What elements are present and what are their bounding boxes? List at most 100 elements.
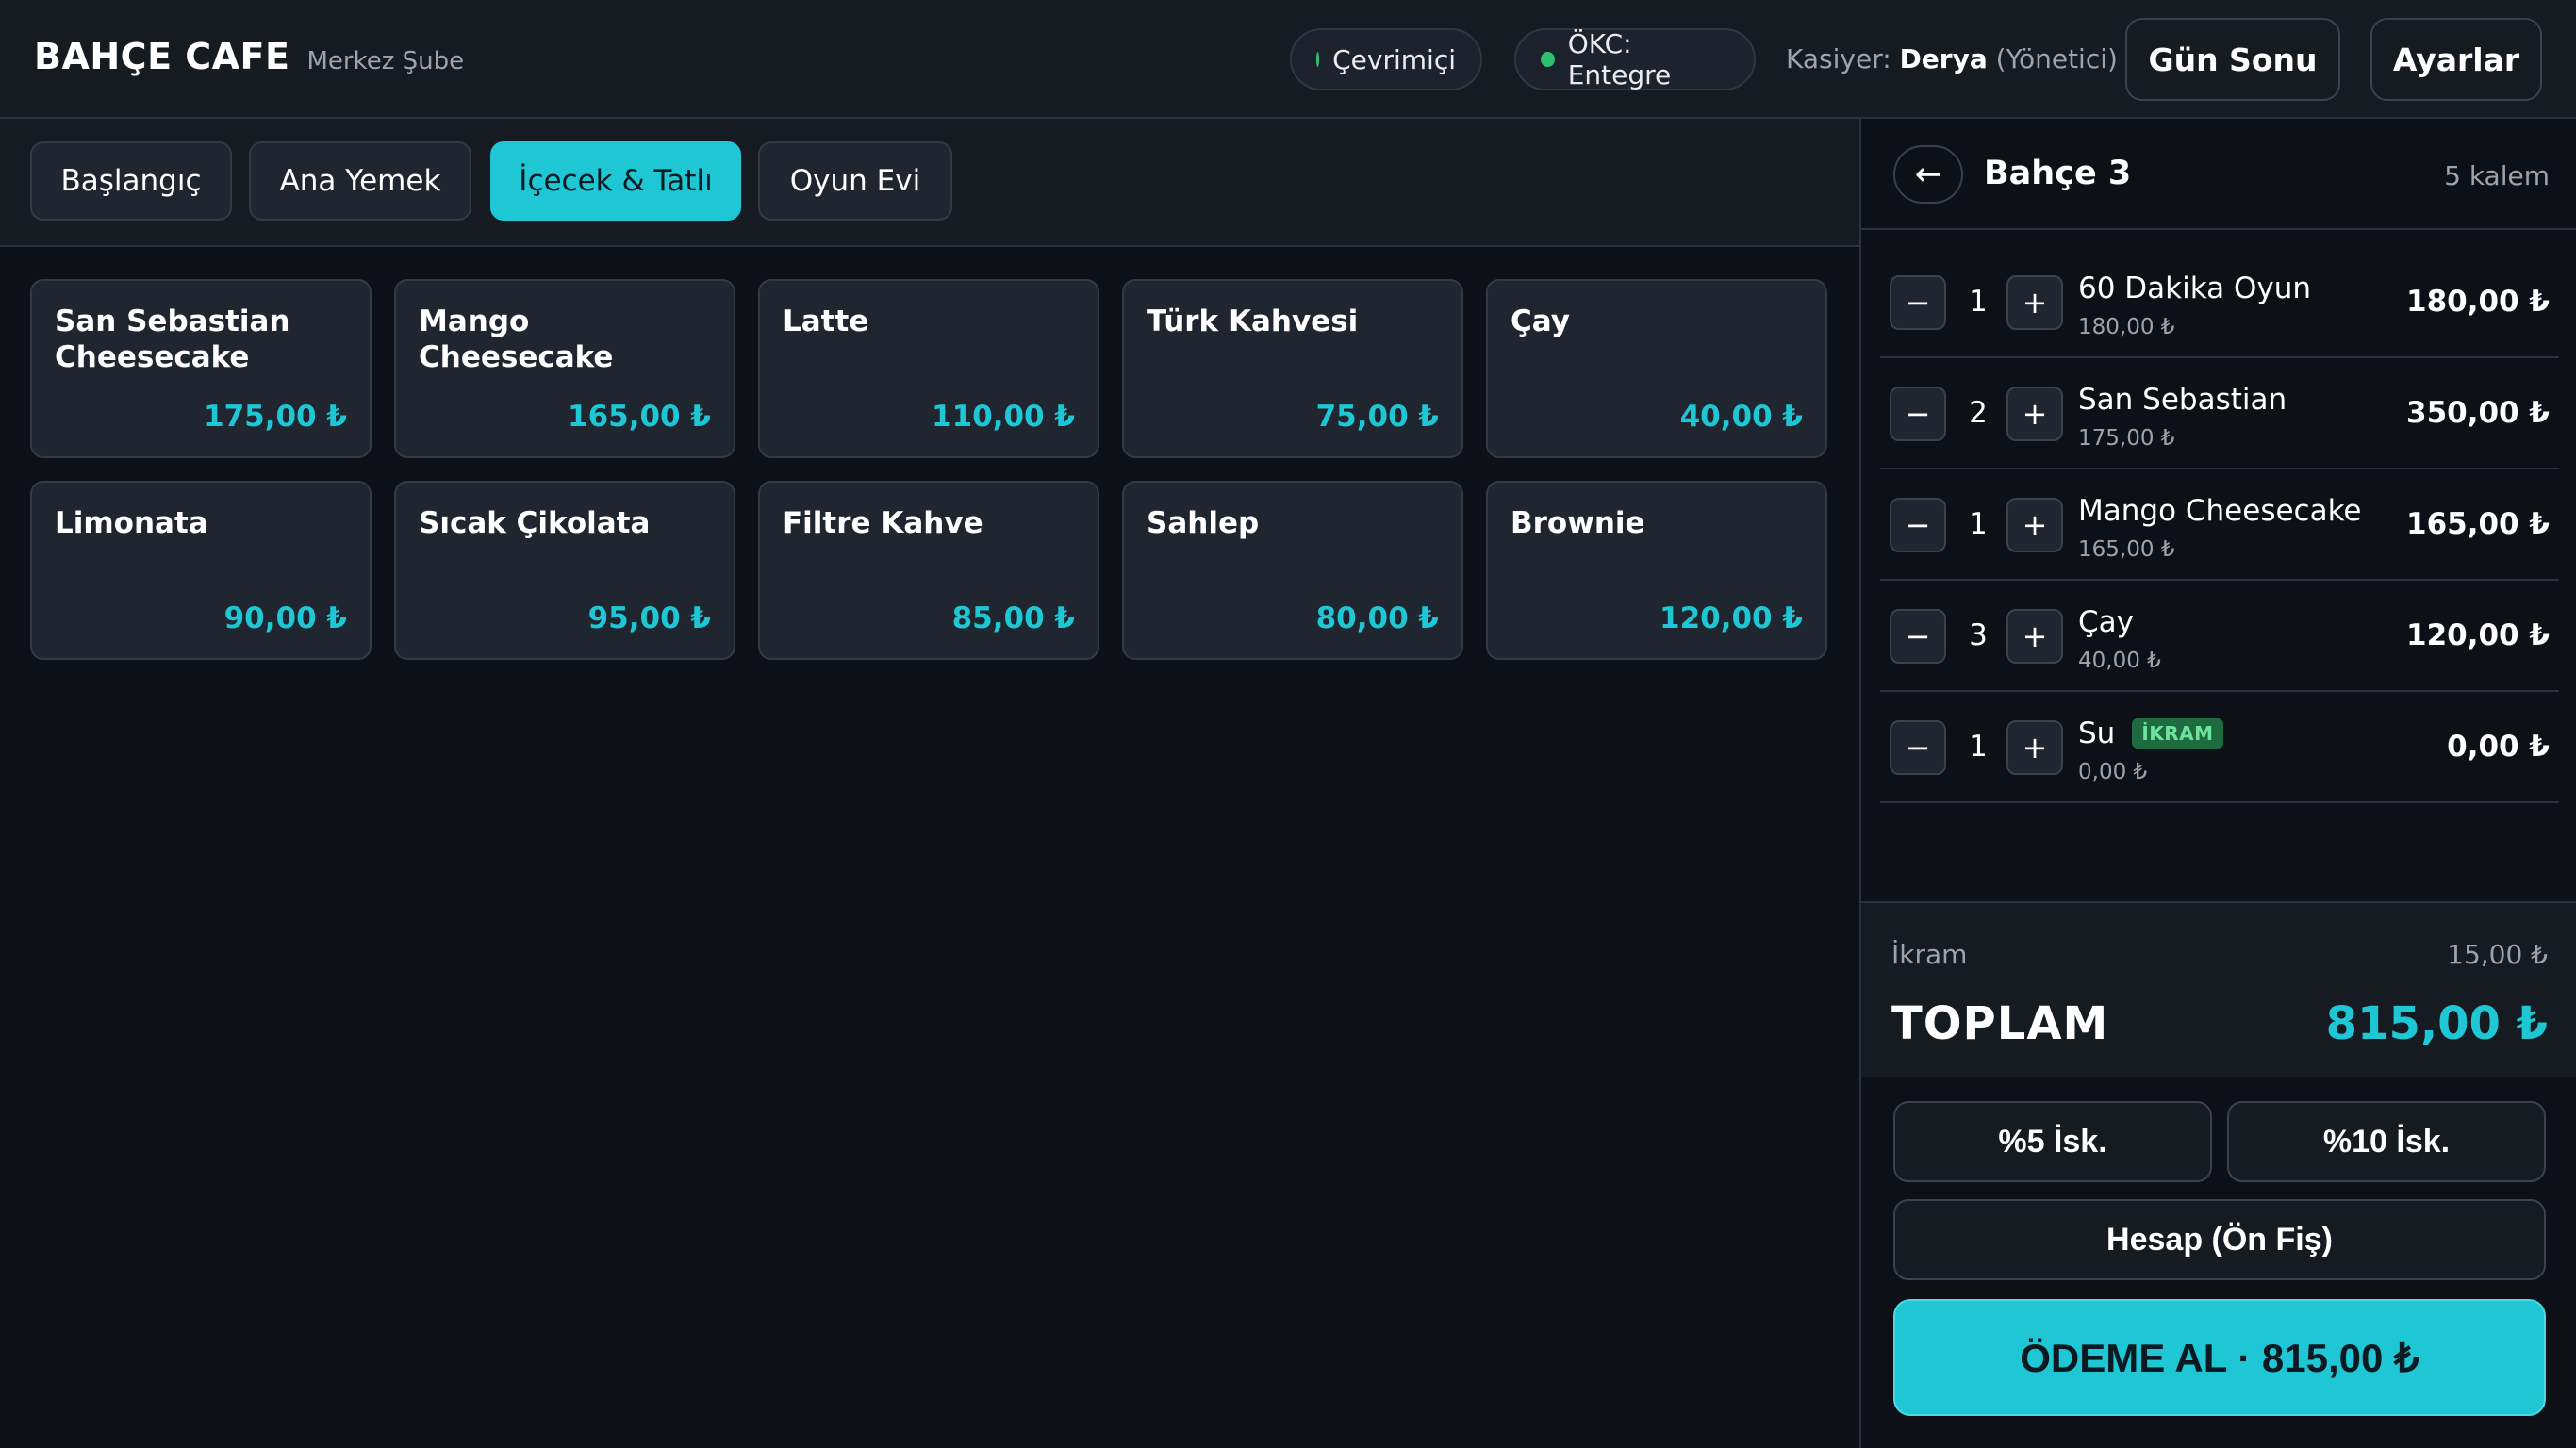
brand-name: BAHÇE CAFE (34, 36, 290, 77)
item-total: 165,00 ₺ (2406, 507, 2550, 541)
item-name-wrap: Su İKRAM (2078, 716, 2223, 750)
total-label: TOPLAM (1891, 997, 2109, 1050)
category-tabs: Başlangıç Ana Yemek İçecek & Tatlı Oyun … (0, 119, 1859, 247)
increase-qty-button[interactable]: + (2006, 387, 2063, 441)
order-row: − 1 + Su İKRAM 0,00 ₺ 0,00 ₺ (1880, 692, 2559, 803)
decrease-qty-button[interactable]: − (1890, 275, 1946, 330)
order-row: − 1 + 60 Dakika Oyun 180,00 ₺ 180,00 ₺ (1880, 247, 2559, 358)
total-value: 815,00 ₺ (2325, 997, 2548, 1050)
tab-oyun-evi[interactable]: Oyun Evi (758, 141, 952, 221)
item-total: 0,00 ₺ (2447, 730, 2550, 764)
status-okc-label: ÖKC: Entegre (1567, 28, 1672, 90)
item-name-wrap: 60 Dakika Oyun (2078, 272, 2311, 305)
product-name: Türk Kahvesi (1147, 304, 1359, 338)
product-price: 165,00 ₺ (568, 400, 711, 434)
product-price: 95,00 ₺ (587, 601, 711, 635)
ikram-label: İkram (1891, 939, 1968, 970)
item-name: Çay (2078, 605, 2134, 639)
branch-name: Merkez Şube (306, 47, 465, 75)
discount-5-button[interactable]: %5 İsk. (1893, 1101, 2212, 1182)
product-card[interactable]: Sıcak Çikolata 95,00 ₺ (394, 481, 735, 660)
cashier-label: Kasiyer: (1786, 43, 1891, 74)
product-price: 110,00 ₺ (932, 400, 1075, 434)
item-name: 60 Dakika Oyun (2078, 272, 2312, 305)
order-panel: ← Bahçe 3 5 kalem − 1 + 60 Dakika Oyun 1… (1859, 119, 2576, 1448)
order-row: − 1 + Mango Cheesecake 165,00 ₺ 165,00 ₺ (1880, 469, 2559, 581)
increase-qty-button[interactable]: + (2006, 720, 2063, 775)
product-card[interactable]: Çay 40,00 ₺ (1486, 279, 1827, 458)
item-total: 350,00 ₺ (2406, 396, 2550, 430)
product-name: Çay (1511, 304, 1570, 338)
product-name: Filtre Kahve (783, 506, 983, 540)
product-card[interactable]: Limonata 90,00 ₺ (30, 481, 372, 660)
status-online-label: Çevrimiçi (1332, 43, 1456, 75)
product-card[interactable]: Mango Cheesecake 165,00 ₺ (394, 279, 735, 458)
cashier-role: (Yönetici) (1995, 43, 2118, 74)
item-unit-price: 180,00 ₺ (2078, 315, 2175, 339)
product-name: Latte (783, 304, 869, 338)
order-row: − 2 + San Sebastian 175,00 ₺ 350,00 ₺ (1880, 358, 2559, 469)
order-row: − 3 + Çay 40,00 ₺ 120,00 ₺ (1880, 581, 2559, 692)
item-name: Mango Cheesecake (2078, 494, 2362, 528)
status-okc-badge: ÖKC: Entegre (1514, 28, 1756, 90)
decrease-qty-button[interactable]: − (1890, 387, 1946, 441)
product-card[interactable]: Sahlep 80,00 ₺ (1122, 481, 1463, 660)
tab-baslangic[interactable]: Başlangıç (30, 141, 232, 221)
cashier-info: Kasiyer: Derya (Yönetici) (1786, 43, 2118, 74)
item-unit-price: 40,00 ₺ (2078, 649, 2161, 673)
order-summary: İkram 15,00 ₺ TOPLAM 815,00 ₺ (1861, 901, 2576, 1077)
item-unit-price: 165,00 ₺ (2078, 537, 2175, 562)
status-online-badge: Çevrimiçi (1290, 28, 1482, 90)
product-price: 90,00 ₺ (223, 601, 347, 635)
increase-qty-button[interactable]: + (2006, 275, 2063, 330)
ikram-badge: İKRAM (2132, 718, 2223, 749)
item-total: 120,00 ₺ (2406, 618, 2550, 652)
decrease-qty-button[interactable]: − (1890, 498, 1946, 552)
tab-ana-yemek[interactable]: Ana Yemek (249, 141, 471, 221)
day-end-button[interactable]: Gün Sonu (2125, 18, 2340, 101)
order-header: ← Bahçe 3 5 kalem (1861, 119, 2576, 230)
product-name: San Sebastian Cheesecake (55, 304, 290, 374)
product-name: Mango Cheesecake (419, 304, 614, 374)
menu-area: Başlangıç Ana Yemek İçecek & Tatlı Oyun … (0, 119, 1859, 1448)
brand: BAHÇE CAFE Merkez Şube (34, 36, 464, 77)
increase-qty-button[interactable]: + (2006, 609, 2063, 664)
discount-10-button[interactable]: %10 İsk. (2227, 1101, 2546, 1182)
product-card[interactable]: Türk Kahvesi 75,00 ₺ (1122, 279, 1463, 458)
product-price: 40,00 ₺ (1679, 400, 1803, 434)
product-card[interactable]: Latte 110,00 ₺ (758, 279, 1099, 458)
okc-status-dot-icon (1541, 52, 1555, 67)
ikram-value: 15,00 ₺ (2447, 939, 2548, 970)
product-card[interactable]: Filtre Kahve 85,00 ₺ (758, 481, 1099, 660)
product-name: Sahlep (1147, 506, 1260, 540)
item-name: San Sebastian (2078, 383, 2287, 417)
table-name: Bahçe 3 (1984, 155, 2132, 192)
product-price: 120,00 ₺ (1660, 601, 1803, 635)
product-name: Brownie (1511, 506, 1645, 540)
item-total: 180,00 ₺ (2406, 285, 2550, 319)
decrease-qty-button[interactable]: − (1890, 720, 1946, 775)
top-bar: BAHÇE CAFE Merkez Şube Çevrimiçi ÖKC: En… (0, 0, 2576, 119)
product-price: 80,00 ₺ (1315, 601, 1439, 635)
online-status-dot-icon (1316, 52, 1320, 67)
item-qty: 1 (1969, 507, 1988, 541)
item-name-wrap: Çay (2078, 605, 2134, 639)
product-name: Limonata (55, 506, 208, 540)
settings-button[interactable]: Ayarlar (2370, 18, 2542, 101)
item-unit-price: 0,00 ₺ (2078, 760, 2148, 784)
increase-qty-button[interactable]: + (2006, 498, 2063, 552)
back-arrow-icon[interactable]: ← (1893, 145, 1963, 204)
item-qty: 1 (1969, 285, 1988, 319)
item-name-wrap: Mango Cheesecake (2078, 494, 2362, 528)
decrease-qty-button[interactable]: − (1890, 609, 1946, 664)
tab-icecek-tatli[interactable]: İçecek & Tatlı (490, 141, 741, 221)
product-card[interactable]: San Sebastian Cheesecake 175,00 ₺ (30, 279, 372, 458)
product-card[interactable]: Brownie 120,00 ₺ (1486, 481, 1827, 660)
take-payment-button[interactable]: ÖDEME AL · 815,00 ₺ (1893, 1299, 2546, 1416)
item-qty: 2 (1969, 396, 1988, 430)
pre-receipt-button[interactable]: Hesap (Ön Fiş) (1893, 1199, 2546, 1280)
cashier-name: Derya (1899, 43, 1988, 74)
item-unit-price: 175,00 ₺ (2078, 426, 2175, 451)
item-qty: 1 (1969, 730, 1988, 764)
product-price: 75,00 ₺ (1315, 400, 1439, 434)
